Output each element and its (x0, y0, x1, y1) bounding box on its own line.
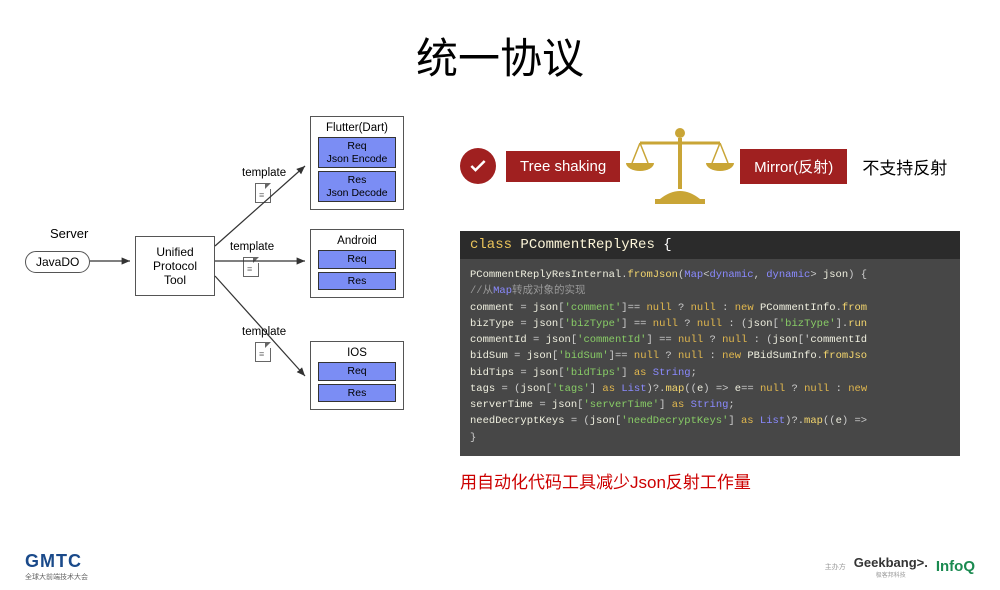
server-label: Server (50, 226, 88, 241)
template-label: template (230, 241, 274, 253)
ios-box: IOS Req Res (310, 341, 404, 410)
template-label: template (242, 326, 286, 338)
architecture-diagram: Server JavaDO Unified Protocol Tool temp… (0, 121, 450, 451)
flutter-res: ResJson Decode (318, 171, 396, 202)
infoq-logo: InfoQ (936, 558, 975, 575)
code-snippet: class PCommentReplyRes { PCommentReplyRe… (460, 231, 960, 456)
tree-shaking-tag: Tree shaking (506, 151, 620, 182)
footer-sponsors: 主办方 Geekbang>.极客邦科技 InfoQ (825, 555, 975, 579)
geekbang-logo: Geekbang>. (854, 555, 928, 570)
code-class-declaration: class PCommentReplyRes { (460, 231, 960, 259)
document-icon (243, 257, 259, 277)
balance-scale-icon (620, 121, 740, 211)
ios-res: Res (318, 384, 396, 403)
flutter-box: Flutter(Dart) ReqJson Encode ResJson Dec… (310, 116, 404, 210)
footer: GMTC 全球大前端技术大会 主办方 Geekbang>.极客邦科技 InfoQ (0, 551, 1000, 582)
android-req: Req (318, 250, 396, 269)
document-icon (255, 342, 271, 362)
document-icon (255, 183, 271, 203)
balance-scale-row: Tree shaking Mirror(反射) 不支持反射 (460, 121, 960, 211)
page-title: 统一协议 (0, 25, 1000, 86)
caption-text: 用自动化代码工具减少Json反射工作量 (460, 468, 960, 493)
android-res: Res (318, 272, 396, 291)
flutter-req: ReqJson Encode (318, 137, 396, 168)
java-do-node: JavaDO (25, 251, 90, 273)
checkmark-icon (460, 148, 496, 184)
mirror-tag: Mirror(反射) (740, 149, 847, 184)
android-title: Android (318, 235, 396, 247)
unified-protocol-tool-node: Unified Protocol Tool (135, 236, 215, 296)
template-label: template (242, 167, 286, 179)
gmtc-logo: GMTC 全球大前端技术大会 (25, 551, 88, 582)
ios-req: Req (318, 362, 396, 381)
no-reflection-label: 不支持反射 (862, 154, 947, 179)
ios-title: IOS (318, 347, 396, 359)
code-body: PCommentReplyResInternal.fromJson(Map<dy… (460, 259, 960, 456)
flutter-title: Flutter(Dart) (318, 122, 396, 134)
android-box: Android Req Res (310, 229, 404, 298)
